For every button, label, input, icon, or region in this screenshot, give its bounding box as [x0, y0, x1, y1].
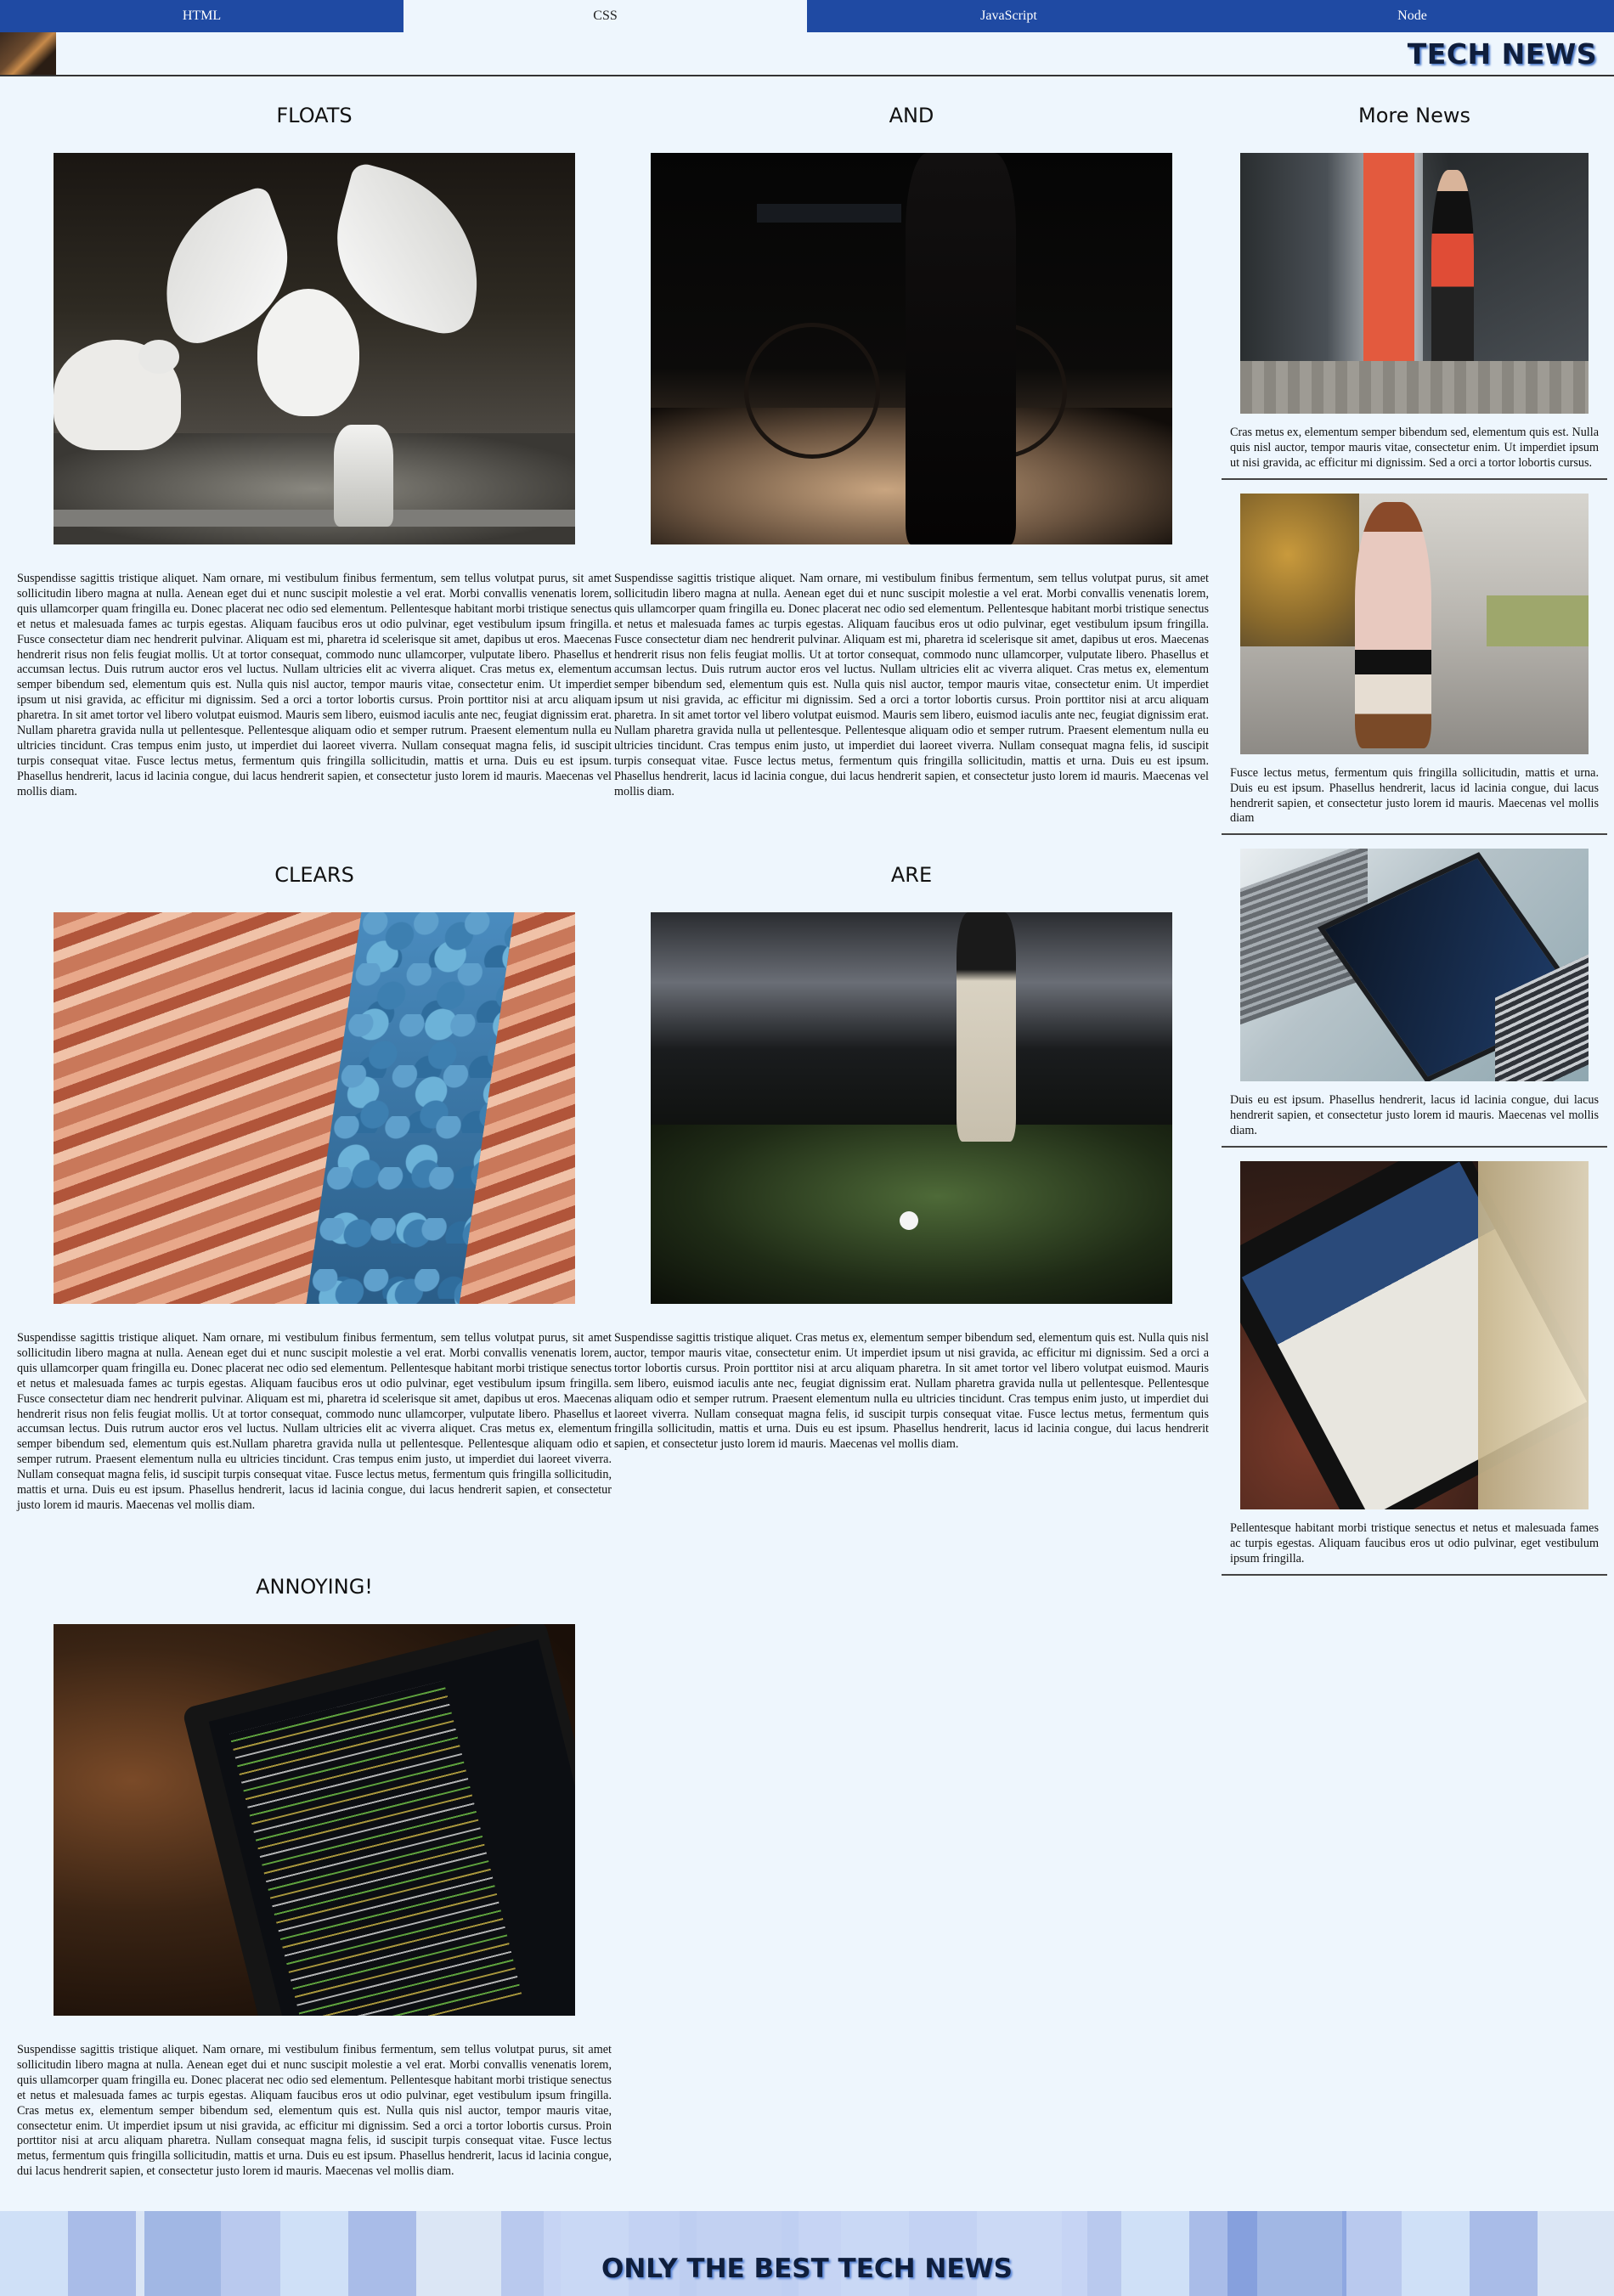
- article-are: ARE Suspendisse sagittis tristique aliqu…: [614, 856, 1209, 1453]
- sidebar-title: More News: [1358, 104, 1470, 127]
- site-footer: ONLY THE BEST TECH NEWS: [0, 2211, 1614, 2296]
- nav-tab-html[interactable]: HTML: [0, 0, 404, 32]
- nav-tab-node[interactable]: Node: [1210, 0, 1614, 32]
- laptop-photo: [1240, 849, 1589, 1082]
- top-nav: HTML CSS JavaScript Node: [0, 0, 1614, 32]
- sidebar-more-news: More News Cras metus ex, elementum sempe…: [1222, 97, 1607, 1589]
- woman-phone-photo: [1240, 153, 1589, 414]
- rock-canyon-photo: [54, 912, 575, 1304]
- sidebar-news-item: Duis eu est ipsum. Phasellus hendrerit, …: [1222, 849, 1607, 1148]
- woman-coat-photo: [1240, 493, 1589, 754]
- sidebar-item-text: Cras metus ex, elementum semper bibendum…: [1230, 426, 1599, 470]
- article-body: Suspendisse sagittis tristique aliquet. …: [614, 572, 1209, 798]
- article-title: CLEARS: [274, 863, 354, 887]
- article-annoying: ANNOYING! Suspendisse sagittis tristique…: [17, 1568, 612, 2180]
- article-body: Suspendisse sagittis tristique aliquet. …: [17, 2043, 612, 2179]
- article-title: FLOATS: [276, 104, 353, 127]
- site-title: TECH NEWS: [1407, 37, 1597, 71]
- sidebar-news-item: Fusce lectus metus, fermentum quis fring…: [1222, 493, 1607, 836]
- seagulls-photo: [54, 153, 575, 544]
- footer-tagline: ONLY THE BEST TECH NEWS: [601, 2254, 1013, 2284]
- golf-photo: [651, 912, 1172, 1304]
- bicycle-photo: [651, 153, 1172, 544]
- article-body: Suspendisse sagittis tristique aliquet. …: [17, 1331, 612, 1512]
- sidebar-item-text: Fusce lectus metus, fermentum quis fring…: [1230, 765, 1599, 826]
- sidebar-item-text: Duis eu est ipsum. Phasellus hendrerit, …: [1230, 1093, 1599, 1138]
- article-title: ARE: [890, 863, 933, 887]
- article-floats: FLOATS Suspendisse sagittis tristique al…: [17, 97, 612, 800]
- nav-tab-javascript[interactable]: JavaScript: [807, 0, 1210, 32]
- sidebar-news-item: Pellentesque habitant morbi tristique se…: [1222, 1161, 1607, 1576]
- article-and: AND Suspendisse sagittis tristique aliqu…: [614, 97, 1209, 800]
- code-laptop-photo: [54, 1624, 575, 2016]
- article-clears: CLEARS Suspendisse sagittis tristique al…: [17, 856, 612, 1514]
- logo-image[interactable]: [0, 32, 56, 75]
- nav-tab-css[interactable]: CSS: [404, 0, 807, 32]
- sidebar-item-text: Pellentesque habitant morbi tristique se…: [1230, 1521, 1599, 1565]
- article-body: Suspendisse sagittis tristique aliquet. …: [17, 572, 612, 798]
- article-title: AND: [889, 104, 934, 127]
- site-header: TECH NEWS: [0, 32, 1614, 76]
- article-title: ANNOYING!: [256, 1575, 373, 1599]
- tablet-welcome-photo: [1240, 1161, 1589, 1510]
- article-body: Suspendisse sagittis tristique aliquet. …: [614, 1331, 1209, 1452]
- sidebar-news-item: Cras metus ex, elementum semper bibendum…: [1222, 153, 1607, 480]
